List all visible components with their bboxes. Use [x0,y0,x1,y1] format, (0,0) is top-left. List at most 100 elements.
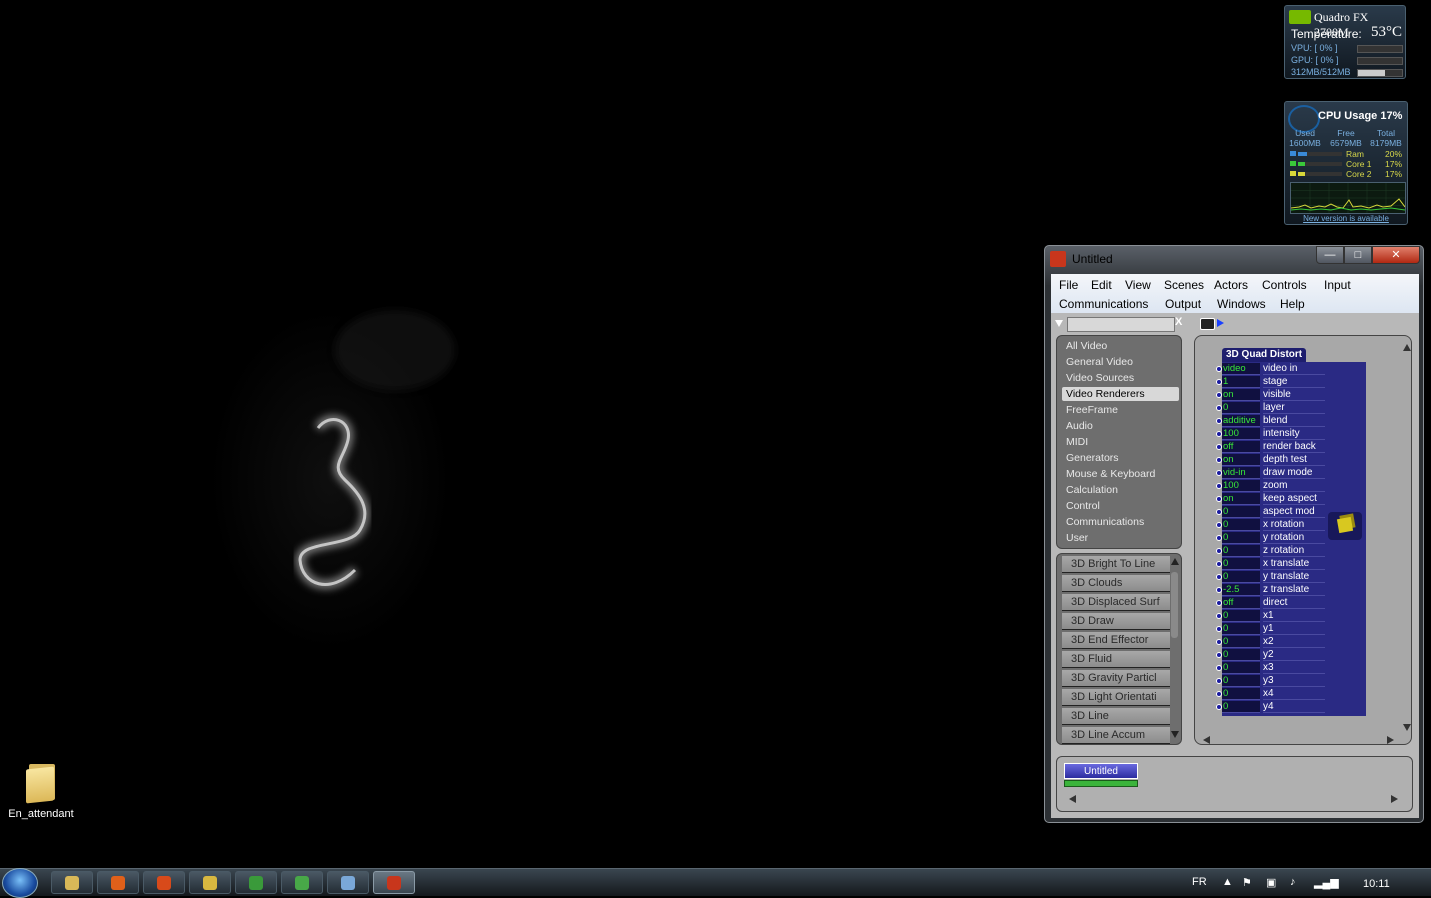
scroll-left-icon[interactable] [1069,795,1076,803]
category-item[interactable]: User [1062,531,1179,545]
actor-list-item[interactable]: 3D Light Orientati [1062,689,1170,706]
paint-button[interactable] [189,871,231,894]
scene-editor-vscroll[interactable] [1403,344,1411,736]
window-switch-button[interactable] [327,871,369,894]
scroll-left-icon[interactable] [1203,736,1210,744]
scroll-up-icon[interactable] [1403,344,1411,351]
category-item[interactable]: Video Renderers [1062,387,1179,401]
category-item[interactable]: Video Sources [1062,371,1179,385]
menu-output[interactable]: Output [1165,297,1201,311]
property-value[interactable]: video [1222,363,1260,375]
property-value[interactable]: 0 [1222,623,1260,635]
property-value[interactable]: 0 [1222,675,1260,687]
property-value[interactable]: 100 [1222,428,1260,440]
scroll-down-icon[interactable] [1403,724,1411,731]
menu-edit[interactable]: Edit [1091,278,1112,292]
category-item[interactable]: MIDI [1062,435,1179,449]
scroll-right-icon[interactable] [1387,736,1394,744]
menu-input[interactable]: Input [1324,278,1351,292]
matlab-button[interactable] [143,871,185,894]
property-value[interactable]: additive [1222,415,1260,427]
property-value[interactable]: off [1222,597,1260,609]
actor-title[interactable]: 3D Quad Distort [1222,348,1307,362]
scene-tab[interactable]: Untitled [1064,763,1138,779]
firefox-button[interactable] [97,871,139,894]
start-app-button[interactable] [235,871,277,894]
category-item[interactable]: All Video [1062,339,1179,353]
property-value[interactable]: 0 [1222,506,1260,518]
volume-icon[interactable]: ♪ [1290,876,1296,888]
menu-controls[interactable]: Controls [1262,278,1307,292]
search-dropdown-icon[interactable] [1055,320,1063,327]
quad-distort-actor[interactable]: 3D Quad Distort video video in 1 stage on vis… [1216,348,1366,716]
property-value[interactable]: 0 [1222,636,1260,648]
property-value[interactable]: 0 [1222,688,1260,700]
actor-list-item[interactable]: 3D Fluid [1062,651,1170,668]
show-hidden-icons-icon[interactable]: ▲ [1222,876,1233,888]
category-item[interactable]: Audio [1062,419,1179,433]
scene-list-hscroll[interactable] [1069,795,1403,803]
new-version-link[interactable]: New version is available [1285,214,1407,223]
category-item[interactable]: Mouse & Keyboard [1062,467,1179,481]
actor-list-item[interactable]: 3D Clouds [1062,575,1170,592]
language-indicator[interactable]: FR [1192,876,1207,888]
category-item[interactable]: Control [1062,499,1179,513]
menu-file[interactable]: File [1059,278,1078,292]
menu-help[interactable]: Help [1280,297,1305,311]
property-value[interactable]: 0 [1222,701,1260,713]
property-value[interactable]: 0 [1222,610,1260,622]
play-arrow-icon[interactable] [1217,319,1224,327]
property-value[interactable]: 1 [1222,376,1260,388]
property-value[interactable]: 0 [1222,532,1260,544]
desktop-folder-shortcut[interactable]: En_attendant [5,762,77,820]
scroll-up-icon[interactable] [1171,558,1179,565]
minimize-button[interactable]: — [1316,246,1344,264]
maximize-button[interactable]: □ [1344,246,1372,264]
category-item[interactable]: Generators [1062,451,1179,465]
menu-communications[interactable]: Communications [1059,297,1148,311]
menu-windows[interactable]: Windows [1217,297,1266,311]
messenger-button[interactable] [281,871,323,894]
category-item[interactable]: Communications [1062,515,1179,529]
device-tray-icon[interactable]: ▣ [1266,876,1276,889]
scene-editor[interactable]: 3D Quad Distort video video in 1 stage on vis… [1194,335,1412,745]
isadora-button[interactable] [373,871,415,894]
scroll-down-icon[interactable] [1171,731,1179,738]
actor-list-item[interactable]: 3D Line Accum [1062,727,1170,744]
category-item[interactable]: General Video [1062,355,1179,369]
search-clear-button[interactable]: X [1175,316,1182,328]
property-value[interactable]: 0 [1222,519,1260,531]
property-value[interactable]: 0 [1222,402,1260,414]
category-item[interactable]: Calculation [1062,483,1179,497]
network-signal-icon[interactable]: ▂▄▆ [1314,876,1339,889]
actor-list-item[interactable]: 3D Line [1062,708,1170,725]
property-value[interactable]: off [1222,441,1260,453]
actor-list-item[interactable]: 3D Bright To Line [1062,556,1170,573]
actor-list-item[interactable]: 3D Gravity Particl [1062,670,1170,687]
action-center-flag-icon[interactable]: ⚑ [1242,876,1252,889]
cpu-usage-gadget[interactable]: CPU Usage 17% Used Free Total 1600MB 657… [1284,101,1408,225]
actor-search-input[interactable] [1067,317,1175,332]
property-value[interactable]: 0 [1222,649,1260,661]
property-value[interactable]: on [1222,454,1260,466]
property-value[interactable]: 0 [1222,571,1260,583]
menu-view[interactable]: View [1125,278,1151,292]
explorer-button[interactable] [51,871,93,894]
start-button[interactable] [2,868,38,898]
close-button[interactable]: ✕ [1372,246,1420,264]
actor-list-item[interactable]: 3D Draw [1062,613,1170,630]
property-value[interactable]: on [1222,493,1260,505]
scroll-right-icon[interactable] [1391,795,1398,803]
property-value[interactable]: 0 [1222,662,1260,674]
category-item[interactable]: FreeFrame [1062,403,1179,417]
actor-list-item[interactable]: 3D End Effector [1062,632,1170,649]
scroll-thumb[interactable] [1171,572,1178,638]
property-value[interactable]: -2.5 [1222,584,1260,596]
property-value[interactable]: 100 [1222,480,1260,492]
menu-actors[interactable]: Actors [1214,278,1248,292]
actor-list-item[interactable]: 3D Displaced Surf [1062,594,1170,611]
property-value[interactable]: 0 [1222,545,1260,557]
snapshot-icon[interactable] [1200,318,1215,330]
property-value[interactable]: 0 [1222,558,1260,570]
actor-list-scrollbar[interactable] [1170,558,1179,740]
